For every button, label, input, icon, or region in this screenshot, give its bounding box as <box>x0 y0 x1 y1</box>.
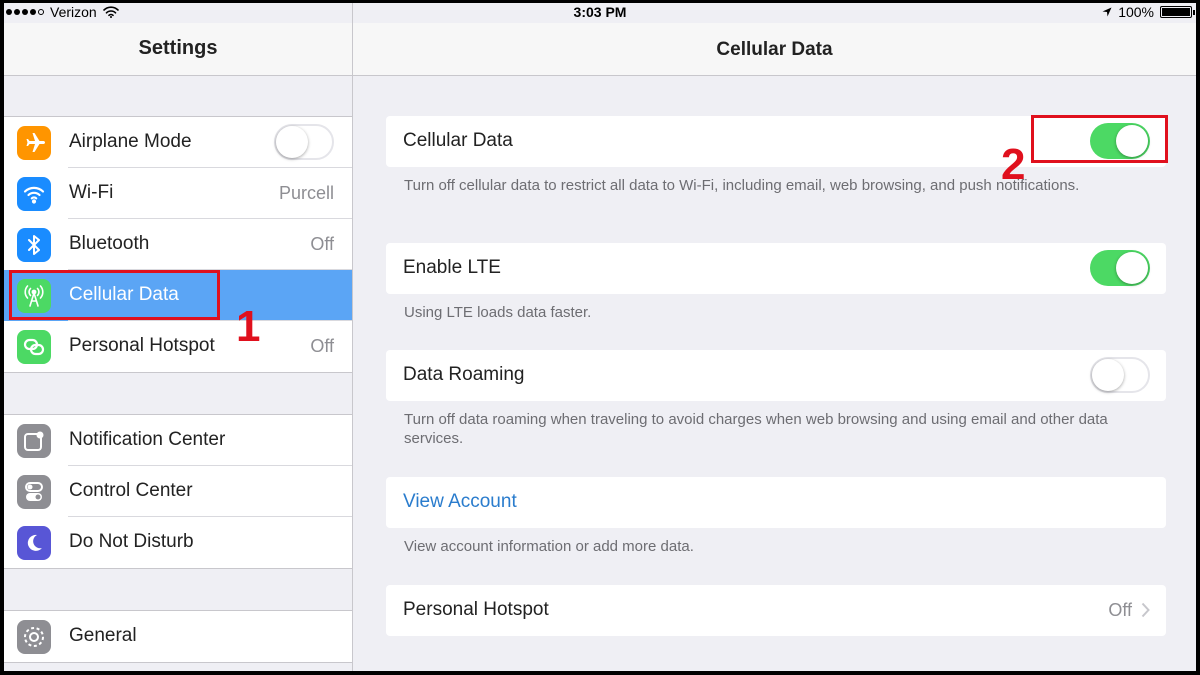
sidebar-item-personal-hotspot[interactable]: Personal Hotspot Off <box>4 321 352 372</box>
battery-icon <box>1160 6 1195 18</box>
location-arrow-icon <box>1102 7 1112 17</box>
annotation-highlight-cellular-data-menu <box>9 270 220 320</box>
personal-hotspot-label: Personal Hotspot <box>403 599 549 620</box>
sidebar-item-label: Do Not Disturb <box>69 531 194 552</box>
sidebar-item-airplane-mode[interactable]: Airplane Mode <box>4 117 352 168</box>
sidebar-item-control-center[interactable]: Control Center <box>4 466 352 517</box>
data-roaming-label: Data Roaming <box>403 364 525 385</box>
sidebar-item-wifi[interactable]: Wi-Fi Purcell <box>4 168 352 219</box>
page-title: Cellular Data <box>716 39 833 60</box>
annotation-highlight-cellular-toggle <box>1031 115 1168 163</box>
settings-title: Settings <box>138 37 218 59</box>
hotspot-status-value: Off <box>310 336 334 356</box>
settings-group-connectivity: Airplane Mode Wi-Fi Purcell Bluetooth Of… <box>4 116 352 373</box>
airplane-icon <box>17 126 51 160</box>
cellular-data-footer: Turn off cellular data to restrict all d… <box>404 177 1080 194</box>
sidebar-item-notification-center[interactable]: Notification Center <box>4 415 352 466</box>
sidebar-item-bluetooth[interactable]: Bluetooth Off <box>4 219 352 270</box>
gear-icon <box>17 620 51 654</box>
sidebar-item-label: Bluetooth <box>69 233 150 254</box>
sidebar-item-general[interactable]: General <box>4 611 352 662</box>
cellular-data-detail-pane: Cellular Data Cellular Data Turn off cel… <box>353 3 1196 671</box>
data-roaming-toggle[interactable] <box>1090 357 1150 393</box>
sidebar-item-label: Airplane Mode <box>69 131 192 152</box>
wifi-icon <box>17 177 51 211</box>
control-switches-icon <box>17 475 51 509</box>
view-account-link[interactable]: View Account <box>403 491 517 513</box>
notification-icon <box>17 424 51 458</box>
settings-group-general: General <box>4 610 352 663</box>
annotation-step-2: 2 <box>1001 140 1026 189</box>
view-account-footer: View account information or add more dat… <box>404 538 694 555</box>
ipad-screen: Settings Airplane Mode Wi-Fi Purcell Blu… <box>4 3 1196 671</box>
detail-nav-bar: Cellular Data <box>353 23 1196 76</box>
annotation-step-1: 1 <box>236 302 261 351</box>
personal-hotspot-row[interactable]: Personal Hotspot Off <box>386 585 1166 636</box>
status-right: 100% <box>1102 4 1195 20</box>
toggle-knob <box>1092 359 1124 391</box>
status-time: 3:03 PM <box>573 4 627 20</box>
sidebar-item-label: Wi-Fi <box>69 182 114 203</box>
enable-lte-footer: Using LTE loads data faster. <box>404 304 592 321</box>
toggle-knob <box>1116 252 1148 284</box>
status-bar: Verizon 3:03 PM 100% <box>4 3 1196 23</box>
airplane-mode-toggle[interactable] <box>274 124 334 160</box>
view-account-row[interactable]: View Account <box>386 477 1166 528</box>
toggle-knob <box>276 126 308 158</box>
sidebar-item-label: Notification Center <box>69 429 226 450</box>
battery-tip <box>1193 10 1195 15</box>
sidebar-item-label: Control Center <box>69 480 193 501</box>
battery-fill <box>1162 8 1190 16</box>
settings-group-system: Notification Center Control Center Do No… <box>4 414 352 569</box>
settings-master-pane: Settings Airplane Mode Wi-Fi Purcell Blu… <box>4 3 353 671</box>
enable-lte-row: Enable LTE <box>386 243 1166 294</box>
hotspot-link-icon <box>17 330 51 364</box>
bluetooth-status-value: Off <box>310 234 334 254</box>
data-roaming-row: Data Roaming <box>386 350 1166 401</box>
cellular-data-label: Cellular Data <box>403 130 513 151</box>
settings-nav-bar: Settings <box>4 23 352 76</box>
personal-hotspot-value: Off <box>1108 600 1132 620</box>
enable-lte-label: Enable LTE <box>403 257 501 278</box>
battery-percent: 100% <box>1118 4 1154 20</box>
chevron-right-icon <box>1141 602 1150 618</box>
moon-icon <box>17 526 51 560</box>
enable-lte-toggle[interactable] <box>1090 250 1150 286</box>
bluetooth-icon <box>17 228 51 262</box>
sidebar-item-label: Personal Hotspot <box>69 335 215 356</box>
data-roaming-footer: Turn off data roaming when traveling to … <box>404 411 1108 447</box>
wifi-network-value: Purcell <box>278 183 334 203</box>
sidebar-item-label: General <box>69 625 137 646</box>
sidebar-item-do-not-disturb[interactable]: Do Not Disturb <box>4 517 352 568</box>
